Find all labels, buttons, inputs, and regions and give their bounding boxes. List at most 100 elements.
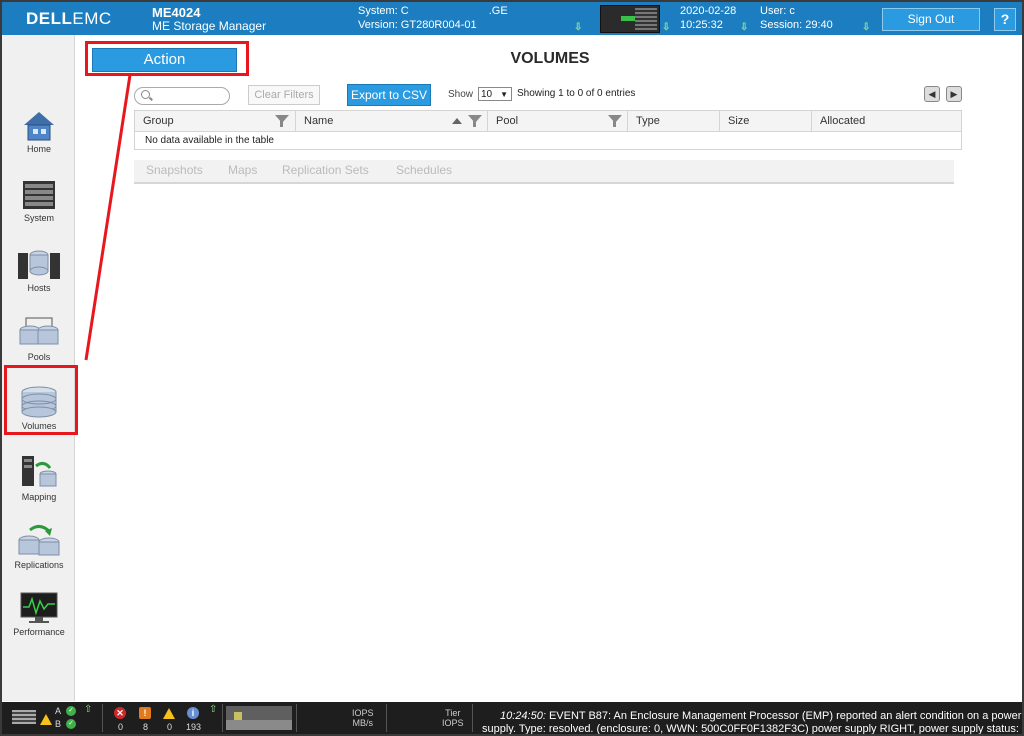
column-label: Pool bbox=[496, 115, 519, 127]
tab-maps[interactable]: Maps bbox=[228, 163, 257, 177]
system-model: ME4024 bbox=[152, 5, 201, 20]
filter-icon[interactable] bbox=[275, 115, 289, 127]
home-icon bbox=[24, 112, 54, 141]
column-header-type[interactable]: Type bbox=[627, 111, 719, 131]
filter-icon[interactable] bbox=[608, 115, 622, 127]
tab-replication-sets[interactable]: Replication Sets bbox=[282, 163, 369, 177]
sidebar-item-label: Mapping bbox=[21, 492, 57, 502]
controller-b-label: B bbox=[55, 719, 62, 729]
column-header-name[interactable]: Name bbox=[295, 111, 487, 131]
events-expand-arrow-icon[interactable]: ⇧ bbox=[209, 704, 217, 715]
info-icon[interactable]: i bbox=[187, 707, 199, 719]
sidebar-item-label: Replications bbox=[14, 560, 64, 570]
search-field[interactable] bbox=[134, 87, 230, 105]
search-input[interactable] bbox=[153, 89, 227, 104]
replications-icon bbox=[18, 525, 60, 556]
warning-count-icon[interactable] bbox=[163, 708, 175, 719]
column-label: Type bbox=[636, 115, 660, 127]
system-name: System: C .GE bbox=[358, 5, 508, 17]
mbs-label: MB/s bbox=[352, 718, 374, 728]
status-bar: A B ✓ ✓ ⇧ ✕ 0 ! 8 0 i 193 ⇧ IOPS MB/s Tie… bbox=[2, 702, 1022, 734]
dell-emc-logo: DELLEMC bbox=[26, 9, 112, 28]
enclosure-status-icon[interactable] bbox=[600, 5, 660, 33]
hosts-icon bbox=[18, 250, 60, 279]
column-header-size[interactable]: Size bbox=[719, 111, 811, 131]
system-expand-arrow-icon[interactable]: ⇩ bbox=[574, 22, 582, 33]
session-timer: Session: 29:40 bbox=[760, 19, 833, 31]
entries-per-page-select[interactable]: 10 ▼ bbox=[478, 87, 512, 101]
column-header-pool[interactable]: Pool bbox=[487, 111, 627, 131]
sidebar-item-label: Home bbox=[26, 144, 51, 154]
table-header: Group Name Pool Type Size Allocated bbox=[135, 111, 961, 132]
tab-schedules[interactable]: Schedules bbox=[396, 163, 452, 177]
action-highlight-annotation bbox=[85, 41, 249, 76]
firmware-version: Version: GT280R004-01 bbox=[358, 19, 477, 31]
current-user: User: c bbox=[760, 5, 795, 17]
critical-icon[interactable]: ✕ bbox=[114, 707, 126, 719]
previous-page-button[interactable]: ◀ bbox=[924, 86, 940, 102]
controller-a-ok-icon: ✓ bbox=[66, 706, 76, 716]
event-timestamp: 10:24:50: bbox=[500, 710, 546, 722]
datetime-expand-arrow-icon[interactable]: ⇩ bbox=[740, 22, 748, 33]
sidebar-item-hosts[interactable]: Hosts bbox=[8, 247, 70, 307]
detail-tabs: Snapshots Maps Replication Sets Schedule… bbox=[134, 160, 954, 184]
error-icon[interactable]: ! bbox=[139, 707, 151, 719]
entries-info: Showing 1 to 0 of 0 entries bbox=[517, 88, 636, 99]
chevron-down-icon: ▼ bbox=[500, 90, 508, 99]
column-label: Group bbox=[143, 115, 174, 127]
sort-ascending-icon[interactable] bbox=[452, 118, 462, 124]
sidebar-item-performance[interactable]: Performance bbox=[8, 591, 70, 651]
iops-label: IOPS bbox=[352, 708, 374, 718]
column-header-allocated[interactable]: Allocated bbox=[811, 111, 961, 131]
sign-out-button[interactable]: Sign Out bbox=[882, 8, 980, 31]
latest-event-line1[interactable]: 10:24:50: EVENT B87: An Enclosure Manage… bbox=[500, 710, 1021, 722]
error-count: 8 bbox=[143, 722, 149, 732]
sidebar-item-replications[interactable]: Replications bbox=[8, 522, 70, 582]
tier-iops-label: IOPS bbox=[442, 718, 464, 728]
event-message: EVENT B87: An Enclosure Management Proce… bbox=[548, 710, 1022, 722]
sidebar-item-label: System bbox=[23, 213, 54, 223]
next-page-button[interactable]: ▶ bbox=[946, 86, 962, 102]
volumes-highlight-annotation bbox=[4, 365, 78, 435]
entries-per-page-value: 10 bbox=[481, 89, 493, 100]
product-name: ME Storage Manager bbox=[152, 19, 267, 33]
export-csv-button[interactable]: Export to CSV bbox=[347, 84, 431, 106]
user-expand-arrow-icon[interactable]: ⇩ bbox=[862, 22, 870, 33]
clear-filters-button[interactable]: Clear Filters bbox=[248, 85, 320, 105]
system-icon bbox=[23, 181, 55, 209]
sidebar-item-mapping[interactable]: Mapping bbox=[8, 454, 70, 514]
filter-icon[interactable] bbox=[468, 115, 482, 127]
volumes-table: Group Name Pool Type Size Allocated No d… bbox=[134, 110, 962, 150]
host-io-readout[interactable]: IOPS MB/s bbox=[352, 708, 374, 728]
performance-icon bbox=[20, 592, 58, 623]
app-header: DELLEMC ME4024 ME Storage Manager System… bbox=[2, 2, 1022, 35]
search-icon bbox=[141, 90, 150, 99]
enclosure-expand-arrow-icon[interactable]: ⇩ bbox=[662, 22, 670, 33]
controller-enclosure-icon[interactable] bbox=[12, 710, 36, 724]
controller-b-ok-icon: ✓ bbox=[66, 719, 76, 729]
system-date: 2020-02-28 bbox=[680, 5, 737, 17]
column-label: Size bbox=[728, 115, 750, 127]
empty-table-message: No data available in the table bbox=[145, 135, 274, 146]
critical-count: 0 bbox=[118, 722, 124, 732]
warning-count: 0 bbox=[167, 722, 173, 732]
column-label: Allocated bbox=[820, 115, 866, 127]
sidebar-item-home[interactable]: Home bbox=[8, 110, 70, 170]
pools-icon bbox=[19, 317, 59, 345]
tab-snapshots[interactable]: Snapshots bbox=[146, 163, 203, 177]
sidebar-item-label: Hosts bbox=[27, 283, 51, 293]
capacity-sparkline[interactable] bbox=[226, 706, 292, 730]
column-label: Name bbox=[304, 115, 334, 127]
latest-event-line2: supply. Type: resolved. (enclosure: 0, W… bbox=[482, 723, 1019, 734]
sidebar-item-label: Performance bbox=[13, 627, 65, 637]
controller-a-label: A bbox=[55, 706, 62, 716]
help-button[interactable]: ? bbox=[994, 8, 1016, 31]
page-title: VOLUMES bbox=[510, 50, 590, 67]
controllers-expand-arrow-icon[interactable]: ⇧ bbox=[84, 704, 92, 715]
sidebar-item-system[interactable]: System bbox=[8, 179, 70, 239]
info-count: 193 bbox=[186, 722, 202, 732]
tier-io-readout[interactable]: Tier IOPS bbox=[442, 708, 464, 728]
system-time: 10:25:32 bbox=[680, 19, 723, 31]
show-label: Show bbox=[448, 89, 474, 100]
column-header-group[interactable]: Group bbox=[135, 111, 295, 131]
